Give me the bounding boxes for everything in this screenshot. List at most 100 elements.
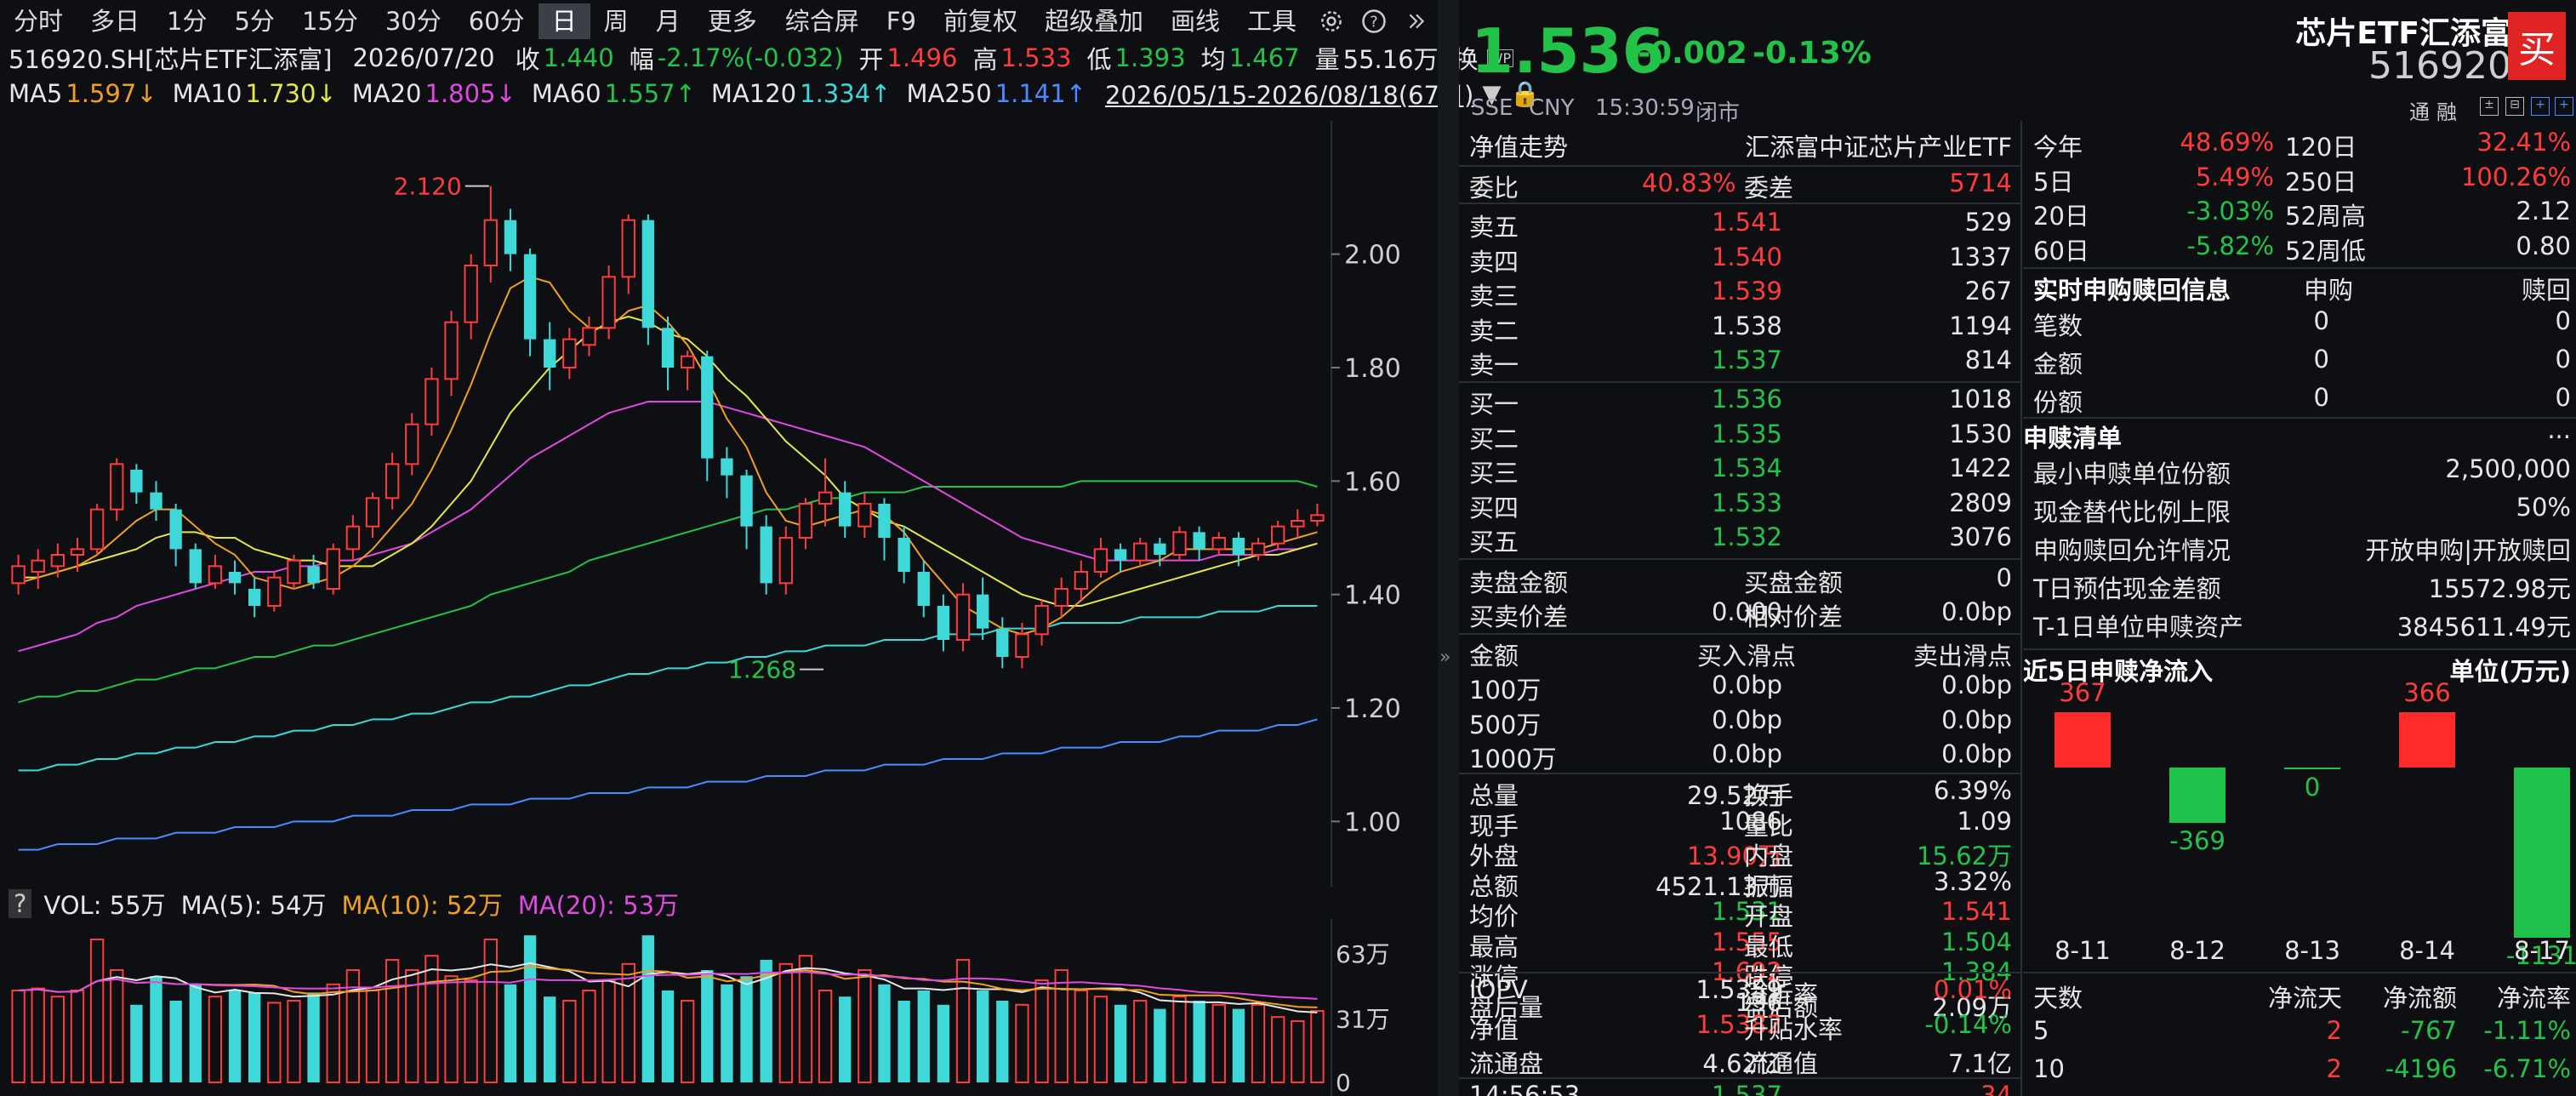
- iopv-value: 7.1亿: [1947, 1049, 2012, 1079]
- candle-body: [878, 504, 891, 538]
- iopv-value: 0.01%: [1933, 975, 2012, 1004]
- vol-ma10: MA(10): 52万: [341, 891, 503, 920]
- realtime-redeem-value: 0: [2555, 345, 2571, 374]
- weicha-value: 5714: [1949, 168, 2012, 197]
- tab-60min[interactable]: 60分: [455, 3, 539, 39]
- volume-bar: [523, 935, 537, 1082]
- collapse-chevron-icon[interactable]: »: [1439, 647, 1450, 668]
- netflow-value-label: -369: [2169, 826, 2226, 856]
- tag-icon-2[interactable]: ⊟: [2505, 97, 2524, 116]
- candle-body: [1193, 532, 1205, 550]
- volume-bar: [680, 1000, 695, 1083]
- perf-label: 60日: [2033, 236, 2089, 265]
- tab-week[interactable]: 周: [590, 3, 642, 39]
- more-button[interactable]: ...: [2547, 415, 2571, 444]
- volume-bar: [169, 1001, 182, 1082]
- perf-value: -5.82%: [2186, 231, 2274, 260]
- candle-body: [50, 554, 66, 568]
- tool-forward-adjust[interactable]: 前复权: [930, 3, 1031, 39]
- volume-bar: [582, 990, 596, 1083]
- days-netflow-rate: -1.11%: [2483, 1016, 2571, 1045]
- redeem-list-value: 2,500,000: [2445, 454, 2571, 483]
- tool-draw-line[interactable]: 画线: [1157, 3, 1234, 39]
- quote-line: 516920.SH[芯片ETF汇添富] 2026/07/20 收 1.440 幅-…: [9, 39, 1514, 77]
- candle-body: [601, 276, 616, 329]
- tool-f9[interactable]: F9: [873, 3, 930, 39]
- ask-price: 1.538: [1711, 311, 1782, 340]
- bid-volume: 1422: [1949, 454, 2012, 483]
- tab-15min[interactable]: 15分: [288, 3, 372, 39]
- tick-volume: 34: [1980, 1081, 2012, 1096]
- weicha-label: 委差: [1744, 174, 1794, 203]
- volume-bar: [267, 1002, 282, 1083]
- realtime-col-subscribe: 申购: [2304, 276, 2354, 305]
- vol-label: 量: [1314, 45, 1340, 74]
- vol-ma5: MA(5): 54万: [180, 891, 327, 920]
- days-value: 10: [2033, 1054, 2065, 1083]
- ma120-label: MA120: [710, 79, 797, 108]
- date-range[interactable]: 2026/05/15-2026/08/18(67日): [1105, 76, 1473, 111]
- days-header: 天数: [2033, 984, 2083, 1013]
- volume-bar: [150, 976, 162, 1082]
- volume-bar: [189, 984, 202, 1082]
- volume-bar: [326, 983, 340, 1083]
- candle-body: [778, 537, 793, 585]
- tool-composite-screen[interactable]: 综合屏: [772, 3, 873, 39]
- tag-icon-1[interactable]: ±: [2480, 97, 2499, 116]
- help-icon[interactable]: ?: [1356, 3, 1392, 39]
- tab-day[interactable]: 日: [538, 3, 590, 39]
- candle-body: [917, 572, 930, 606]
- volume-bar: [208, 996, 223, 1083]
- tab-5min[interactable]: 5分: [220, 3, 288, 39]
- tab-30min[interactable]: 30分: [372, 3, 455, 39]
- slip-amount: 1000万: [1469, 745, 1557, 774]
- candle-body: [898, 538, 910, 572]
- fund-full-name: 汇添富中证芯片产业ETF: [1745, 133, 2012, 162]
- redeem-list-label: 现金替代比例上限: [2033, 498, 2231, 527]
- buy-button[interactable]: 买: [2508, 12, 2566, 80]
- volume-header: ? VOL: 55万 MA(5): 54万 MA(10): 52万 MA(20)…: [9, 885, 1438, 922]
- perf-label: 120日: [2285, 133, 2357, 162]
- exchange-label: SSE: [1471, 95, 1513, 121]
- tab-month[interactable]: 月: [642, 3, 694, 39]
- gear-icon[interactable]: [1314, 3, 1349, 39]
- question-icon[interactable]: ?: [9, 889, 32, 918]
- volume-bar: [464, 979, 478, 1083]
- tag-icon-3[interactable]: +: [2531, 97, 2550, 116]
- tab-more[interactable]: 更多: [694, 3, 771, 39]
- ma-line: MA5 1.597↓ MA10 1.730↓ MA20 1.805↓ MA60 1.55…: [9, 75, 1541, 112]
- candle-body: [996, 628, 1009, 657]
- volume-chart[interactable]: 63万 31万 0: [0, 919, 1438, 1096]
- volume-bar: [996, 1001, 1009, 1082]
- volume-bar: [1093, 996, 1108, 1083]
- tick-time: 14:56:53: [1469, 1081, 1581, 1096]
- netflow-date: 8-17: [2514, 936, 2570, 965]
- tag-icon-4[interactable]: +: [2555, 97, 2573, 116]
- stat-value: 1.541: [1941, 897, 2012, 926]
- candle-body: [169, 509, 182, 550]
- ma10-value: 1.730↓: [245, 79, 337, 108]
- tool-tools[interactable]: 工具: [1234, 3, 1310, 39]
- volume-bar: [1054, 969, 1069, 1083]
- divider-line: [1459, 381, 2020, 383]
- realtime-row-label: 金额: [2033, 350, 2083, 379]
- tick-price: 1.537: [1711, 1081, 1782, 1096]
- panel-splitter[interactable]: »: [1438, 0, 1459, 1096]
- netflow-value-label: 0: [2304, 773, 2321, 802]
- tab-1min[interactable]: 1分: [153, 3, 220, 39]
- iopv-label: IOPV: [1469, 975, 1528, 1004]
- divider-line: [2023, 972, 2576, 973]
- volume-bar: [444, 975, 459, 1083]
- double-chevron-right-icon[interactable]: [1399, 3, 1434, 39]
- tab-multi-day[interactable]: 多日: [77, 3, 153, 39]
- volume-bar: [504, 984, 517, 1082]
- slip-buy: 0.0bp: [1712, 739, 1782, 769]
- volume-bar: [917, 990, 930, 1082]
- volume-bar: [1291, 1020, 1305, 1083]
- candle-body: [208, 565, 223, 585]
- price-tick-label: 2.00: [1344, 241, 1401, 271]
- tab-fenshi[interactable]: 分时: [0, 3, 77, 39]
- kline-chart[interactable]: 2.00 1.80 1.60 1.40 1.20 1.00 2.120 1.268: [0, 121, 1438, 887]
- realtime-subscribe-value: 0: [2313, 306, 2329, 335]
- tool-super-overlay[interactable]: 超级叠加: [1031, 3, 1157, 39]
